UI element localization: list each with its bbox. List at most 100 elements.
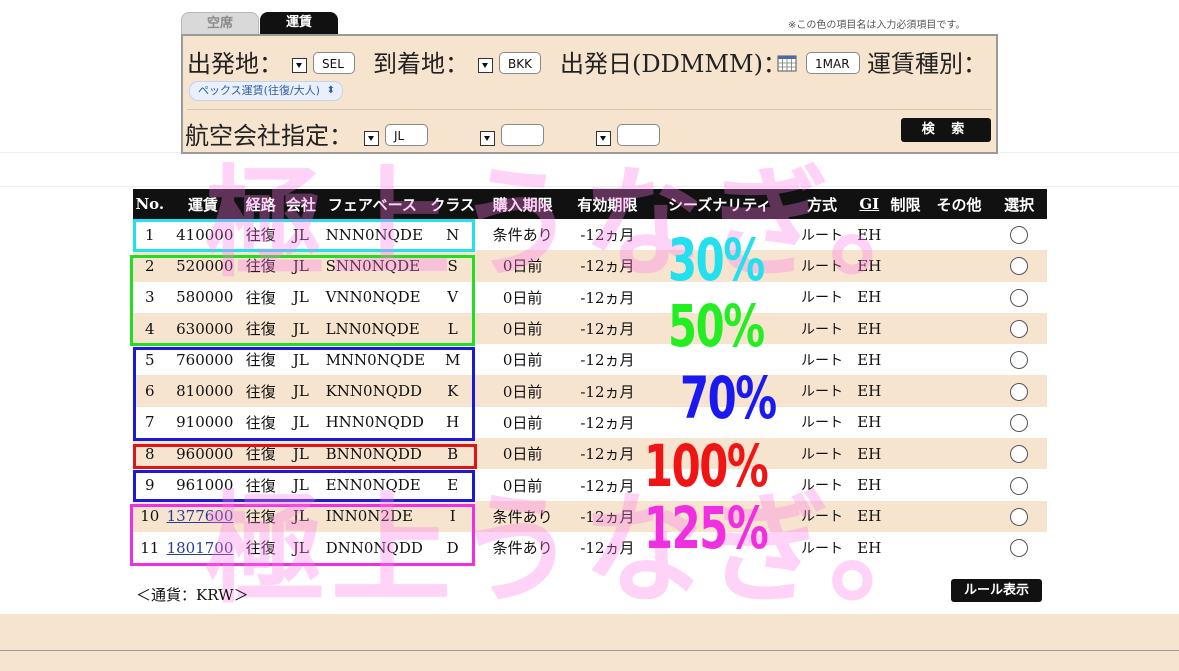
cell-route-type: 往復 bbox=[239, 312, 283, 345]
select-radio[interactable] bbox=[1010, 320, 1029, 339]
select-radio[interactable] bbox=[1010, 257, 1029, 276]
header-gi-link[interactable]: GI bbox=[854, 189, 885, 219]
cell-seasonality bbox=[650, 219, 790, 250]
select-radio[interactable] bbox=[1010, 507, 1029, 526]
airline-1-dropdown-icon[interactable] bbox=[364, 131, 379, 146]
cell-fare-method: ルート bbox=[801, 290, 844, 307]
airline-2-dropdown-icon[interactable] bbox=[480, 131, 495, 146]
cell-fare-method: ルート bbox=[801, 227, 844, 244]
cell-select bbox=[991, 469, 1047, 500]
cell-fare-method: ルート bbox=[801, 415, 844, 432]
header-carrier: 会社 bbox=[282, 189, 320, 219]
cell-other-info bbox=[927, 407, 991, 438]
cell-purchase-deadline: 0日前 bbox=[480, 375, 566, 407]
select-radio[interactable] bbox=[1010, 351, 1029, 370]
search-button[interactable]: 検 索 bbox=[901, 118, 991, 142]
cell-fare-method: ルート bbox=[789, 312, 855, 345]
calendar-icon[interactable] bbox=[777, 54, 797, 72]
cell-select bbox=[991, 375, 1047, 407]
table-row[interactable]: 10 1377600 往復 JL INN0N2DE I 条件あり -12ヵ月 ルート EH bbox=[133, 500, 1047, 532]
cell-validity-period: -12ヵ月 bbox=[565, 312, 650, 345]
cell-select bbox=[991, 250, 1047, 282]
cell-purchase-deadline: 0日前 bbox=[502, 288, 543, 307]
cell-route-type: 往復 bbox=[239, 438, 283, 470]
table-header-row: No. 運賃 経路 会社 フェアベース クラス 購入期限 有効期限 シーズナリテ… bbox=[133, 189, 1047, 219]
cell-gi-code: EH bbox=[854, 312, 885, 345]
airline-label: 航空会社指定： bbox=[185, 122, 353, 150]
cell-gi-code: EH bbox=[854, 438, 885, 470]
select-radio[interactable] bbox=[1010, 476, 1029, 495]
cell-restriction bbox=[884, 375, 927, 407]
cell-route-type: 往復 bbox=[245, 476, 276, 495]
cell-route-type: 往復 bbox=[239, 250, 283, 282]
cell-fare-amount: 1377600 bbox=[166, 500, 240, 532]
cell-select bbox=[991, 312, 1047, 345]
select-radio[interactable] bbox=[1010, 288, 1029, 307]
show-rules-button[interactable]: ルール表示 bbox=[951, 579, 1042, 602]
table-row[interactable]: 11 1801700 往復 JL DNN0NQDD D 条件あり -12ヵ月 ルート EH bbox=[133, 532, 1047, 563]
cell-purchase-deadline: 0日前 bbox=[502, 413, 543, 432]
cell-row-number: 9 bbox=[145, 476, 155, 495]
table-row[interactable]: 8 960000 往復 JL BNN0NQDD B 0日前 -12ヵ月 ルート EH bbox=[133, 438, 1047, 470]
select-radio[interactable] bbox=[1010, 539, 1029, 558]
select-radio[interactable] bbox=[1010, 382, 1029, 401]
cell-restriction bbox=[884, 250, 927, 282]
table-row[interactable]: 6 810000 往復 JL KNN0NQDD K 0日前 -12ヵ月 ルート EH bbox=[133, 375, 1047, 407]
destination-input[interactable]: BKK bbox=[499, 52, 541, 74]
departure-date-input[interactable]: 1MAR bbox=[806, 52, 860, 74]
header-fare: 運賃 bbox=[166, 189, 240, 219]
table-row[interactable]: 2 520000 往復 JL SNN0NQDE S 0日前 -12ヵ月 ルート EH bbox=[133, 250, 1047, 282]
cell-row-number: 6 bbox=[133, 375, 167, 407]
cell-gi-code: EH bbox=[857, 350, 882, 369]
cell-fare-basis: KNN0NQDD bbox=[319, 375, 426, 407]
table-row[interactable]: 9 961000 往復 JL ENN0NQDE E 0日前 -12ヵ月 ルート EH bbox=[133, 469, 1047, 500]
cell-booking-class: D bbox=[446, 538, 459, 557]
destination-dropdown-icon[interactable] bbox=[478, 58, 493, 73]
airline-3-input[interactable] bbox=[617, 124, 660, 146]
cell-fare-basis: LNN0NQDE bbox=[319, 312, 426, 345]
fare-amount-link[interactable]: 1377600 bbox=[167, 507, 234, 525]
cell-validity-period: -12ヵ月 bbox=[580, 288, 635, 307]
search-panel: 出発地： SEL 到着地： BKK 出発日(DDMMM)： 1MAR 運賃種別：… bbox=[181, 34, 998, 154]
select-radio[interactable] bbox=[1010, 445, 1029, 464]
tab-seat-availability[interactable]: 空席 bbox=[181, 12, 259, 35]
cell-restriction bbox=[884, 282, 927, 313]
airline-1-input[interactable]: JL bbox=[385, 124, 428, 146]
airline-3-dropdown-icon[interactable] bbox=[596, 131, 611, 146]
origin-input[interactable]: SEL bbox=[313, 52, 355, 74]
table-row[interactable]: 3 580000 往復 JL VNN0NQDE V 0日前 -12ヵ月 ルート EH bbox=[133, 282, 1047, 313]
cell-row-number: 7 bbox=[145, 413, 155, 432]
fare-amount-link[interactable]: 1801700 bbox=[167, 539, 234, 557]
table-row[interactable]: 4 630000 往復 JL LNN0NQDE L 0日前 -12ヵ月 ルート EH bbox=[133, 312, 1047, 345]
header-other: その他 bbox=[926, 189, 992, 219]
cell-restriction bbox=[884, 312, 927, 345]
cell-row-number: 2 bbox=[133, 250, 167, 282]
table-row[interactable]: 7 910000 往復 JL HNN0NQDD H 0日前 -12ヵ月 ルート EH bbox=[133, 407, 1047, 438]
cell-gi-code: EH bbox=[857, 225, 882, 244]
cell-other-info bbox=[927, 344, 991, 375]
table-row[interactable]: 5 760000 往復 JL MNN0NQDE M 0日前 -12ヵ月 ルート EH bbox=[133, 344, 1047, 375]
cell-fare-basis: INN0N2DE bbox=[319, 500, 426, 532]
cell-fare-basis: HNN0NQDD bbox=[325, 413, 424, 432]
cell-carrier-code: JL bbox=[292, 225, 309, 244]
select-radio[interactable] bbox=[1010, 413, 1029, 432]
cell-purchase-deadline: 0日前 bbox=[480, 312, 566, 345]
table-row[interactable]: 1 410000 往復 JL NNN0NQDE N 条件あり -12ヵ月 ルート EH bbox=[133, 219, 1047, 250]
cell-row-number: 4 bbox=[133, 312, 167, 345]
airline-2-input[interactable] bbox=[501, 124, 544, 146]
fare-type-select[interactable]: ペックス運賃(往復/大人) ⬍ bbox=[189, 81, 343, 101]
destination-label: 到着地： bbox=[373, 50, 469, 78]
fare-table: No. 運賃 経路 会社 フェアベース クラス 購入期限 有効期限 シーズナリテ… bbox=[133, 189, 1047, 563]
tab-fares[interactable]: 運賃 bbox=[260, 12, 338, 34]
cell-gi-code: EH bbox=[854, 375, 885, 407]
cell-gi-code: EH bbox=[857, 413, 882, 432]
origin-dropdown-icon[interactable] bbox=[292, 58, 307, 73]
cell-fare-basis: DNN0NQDD bbox=[325, 538, 423, 557]
select-radio[interactable] bbox=[1010, 226, 1029, 245]
header-restriction: 制限 bbox=[884, 189, 927, 219]
cell-fare-method: ルート bbox=[789, 375, 855, 407]
cell-fare-amount: 810000 bbox=[166, 375, 240, 407]
cell-route-type: 往復 bbox=[245, 288, 276, 307]
cell-carrier-code: JL bbox=[282, 312, 320, 345]
panel-divider bbox=[187, 109, 992, 110]
